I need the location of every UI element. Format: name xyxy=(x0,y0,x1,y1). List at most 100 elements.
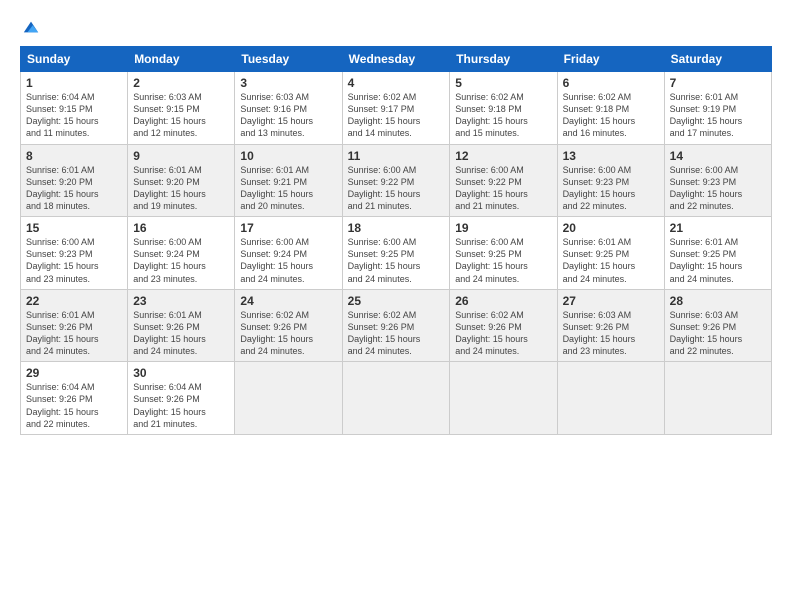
day-number: 2 xyxy=(133,76,229,90)
day-info: Sunrise: 6:04 AM Sunset: 9:26 PM Dayligh… xyxy=(26,381,122,430)
calendar-table: SundayMondayTuesdayWednesdayThursdayFrid… xyxy=(20,46,772,435)
day-number: 13 xyxy=(563,149,659,163)
calendar-day: 14Sunrise: 6:00 AM Sunset: 9:23 PM Dayli… xyxy=(664,144,771,217)
day-number: 21 xyxy=(670,221,766,235)
calendar-day: 15Sunrise: 6:00 AM Sunset: 9:23 PM Dayli… xyxy=(21,217,128,290)
day-number: 30 xyxy=(133,366,229,380)
day-number: 20 xyxy=(563,221,659,235)
day-number: 6 xyxy=(563,76,659,90)
day-info: Sunrise: 6:02 AM Sunset: 9:26 PM Dayligh… xyxy=(240,309,336,358)
calendar-day: 28Sunrise: 6:03 AM Sunset: 9:26 PM Dayli… xyxy=(664,289,771,362)
calendar-day: 7Sunrise: 6:01 AM Sunset: 9:19 PM Daylig… xyxy=(664,72,771,145)
day-info: Sunrise: 6:00 AM Sunset: 9:22 PM Dayligh… xyxy=(455,164,551,213)
day-info: Sunrise: 6:01 AM Sunset: 9:20 PM Dayligh… xyxy=(26,164,122,213)
calendar-header-monday: Monday xyxy=(128,47,235,72)
calendar-week-0: 1Sunrise: 6:04 AM Sunset: 9:15 PM Daylig… xyxy=(21,72,772,145)
calendar-day: 8Sunrise: 6:01 AM Sunset: 9:20 PM Daylig… xyxy=(21,144,128,217)
calendar-day: 18Sunrise: 6:00 AM Sunset: 9:25 PM Dayli… xyxy=(342,217,450,290)
day-number: 29 xyxy=(26,366,122,380)
day-info: Sunrise: 6:00 AM Sunset: 9:24 PM Dayligh… xyxy=(133,236,229,285)
day-info: Sunrise: 6:03 AM Sunset: 9:16 PM Dayligh… xyxy=(240,91,336,140)
calendar-day: 21Sunrise: 6:01 AM Sunset: 9:25 PM Dayli… xyxy=(664,217,771,290)
calendar-day: 2Sunrise: 6:03 AM Sunset: 9:15 PM Daylig… xyxy=(128,72,235,145)
day-number: 23 xyxy=(133,294,229,308)
day-number: 14 xyxy=(670,149,766,163)
calendar-week-3: 22Sunrise: 6:01 AM Sunset: 9:26 PM Dayli… xyxy=(21,289,772,362)
day-info: Sunrise: 6:01 AM Sunset: 9:20 PM Dayligh… xyxy=(133,164,229,213)
day-number: 8 xyxy=(26,149,122,163)
calendar-day: 12Sunrise: 6:00 AM Sunset: 9:22 PM Dayli… xyxy=(450,144,557,217)
calendar-day: 17Sunrise: 6:00 AM Sunset: 9:24 PM Dayli… xyxy=(235,217,342,290)
day-info: Sunrise: 6:02 AM Sunset: 9:18 PM Dayligh… xyxy=(563,91,659,140)
day-number: 26 xyxy=(455,294,551,308)
logo-icon xyxy=(22,18,40,36)
day-number: 9 xyxy=(133,149,229,163)
calendar-day: 10Sunrise: 6:01 AM Sunset: 9:21 PM Dayli… xyxy=(235,144,342,217)
day-number: 24 xyxy=(240,294,336,308)
day-info: Sunrise: 6:01 AM Sunset: 9:26 PM Dayligh… xyxy=(26,309,122,358)
day-info: Sunrise: 6:00 AM Sunset: 9:23 PM Dayligh… xyxy=(670,164,766,213)
calendar-header-sunday: Sunday xyxy=(21,47,128,72)
day-info: Sunrise: 6:03 AM Sunset: 9:26 PM Dayligh… xyxy=(563,309,659,358)
day-info: Sunrise: 6:02 AM Sunset: 9:18 PM Dayligh… xyxy=(455,91,551,140)
day-info: Sunrise: 6:01 AM Sunset: 9:19 PM Dayligh… xyxy=(670,91,766,140)
day-info: Sunrise: 6:00 AM Sunset: 9:23 PM Dayligh… xyxy=(26,236,122,285)
day-info: Sunrise: 6:01 AM Sunset: 9:25 PM Dayligh… xyxy=(563,236,659,285)
day-number: 17 xyxy=(240,221,336,235)
day-info: Sunrise: 6:02 AM Sunset: 9:26 PM Dayligh… xyxy=(348,309,445,358)
day-info: Sunrise: 6:00 AM Sunset: 9:25 PM Dayligh… xyxy=(455,236,551,285)
day-number: 10 xyxy=(240,149,336,163)
day-info: Sunrise: 6:03 AM Sunset: 9:15 PM Dayligh… xyxy=(133,91,229,140)
day-number: 12 xyxy=(455,149,551,163)
day-number: 27 xyxy=(563,294,659,308)
calendar-day: 29Sunrise: 6:04 AM Sunset: 9:26 PM Dayli… xyxy=(21,362,128,435)
day-number: 16 xyxy=(133,221,229,235)
day-number: 22 xyxy=(26,294,122,308)
calendar-body: 1Sunrise: 6:04 AM Sunset: 9:15 PM Daylig… xyxy=(21,72,772,435)
calendar-header-thursday: Thursday xyxy=(450,47,557,72)
calendar-day: 3Sunrise: 6:03 AM Sunset: 9:16 PM Daylig… xyxy=(235,72,342,145)
calendar-day: 16Sunrise: 6:00 AM Sunset: 9:24 PM Dayli… xyxy=(128,217,235,290)
calendar-day: 6Sunrise: 6:02 AM Sunset: 9:18 PM Daylig… xyxy=(557,72,664,145)
header xyxy=(20,18,772,36)
day-info: Sunrise: 6:00 AM Sunset: 9:24 PM Dayligh… xyxy=(240,236,336,285)
calendar-week-4: 29Sunrise: 6:04 AM Sunset: 9:26 PM Dayli… xyxy=(21,362,772,435)
day-number: 5 xyxy=(455,76,551,90)
calendar-week-1: 8Sunrise: 6:01 AM Sunset: 9:20 PM Daylig… xyxy=(21,144,772,217)
calendar-header-saturday: Saturday xyxy=(664,47,771,72)
day-info: Sunrise: 6:00 AM Sunset: 9:25 PM Dayligh… xyxy=(348,236,445,285)
calendar-header-tuesday: Tuesday xyxy=(235,47,342,72)
calendar-day: 25Sunrise: 6:02 AM Sunset: 9:26 PM Dayli… xyxy=(342,289,450,362)
calendar-day: 9Sunrise: 6:01 AM Sunset: 9:20 PM Daylig… xyxy=(128,144,235,217)
calendar-day xyxy=(664,362,771,435)
calendar-header-friday: Friday xyxy=(557,47,664,72)
calendar-day: 27Sunrise: 6:03 AM Sunset: 9:26 PM Dayli… xyxy=(557,289,664,362)
calendar-day: 19Sunrise: 6:00 AM Sunset: 9:25 PM Dayli… xyxy=(450,217,557,290)
day-number: 25 xyxy=(348,294,445,308)
day-info: Sunrise: 6:01 AM Sunset: 9:25 PM Dayligh… xyxy=(670,236,766,285)
day-number: 19 xyxy=(455,221,551,235)
day-number: 18 xyxy=(348,221,445,235)
calendar-day: 20Sunrise: 6:01 AM Sunset: 9:25 PM Dayli… xyxy=(557,217,664,290)
day-number: 3 xyxy=(240,76,336,90)
calendar-day: 4Sunrise: 6:02 AM Sunset: 9:17 PM Daylig… xyxy=(342,72,450,145)
day-info: Sunrise: 6:02 AM Sunset: 9:26 PM Dayligh… xyxy=(455,309,551,358)
calendar-day xyxy=(342,362,450,435)
day-info: Sunrise: 6:00 AM Sunset: 9:23 PM Dayligh… xyxy=(563,164,659,213)
calendar-day: 30Sunrise: 6:04 AM Sunset: 9:26 PM Dayli… xyxy=(128,362,235,435)
page: SundayMondayTuesdayWednesdayThursdayFrid… xyxy=(0,0,792,612)
calendar-day: 26Sunrise: 6:02 AM Sunset: 9:26 PM Dayli… xyxy=(450,289,557,362)
calendar-day: 5Sunrise: 6:02 AM Sunset: 9:18 PM Daylig… xyxy=(450,72,557,145)
day-info: Sunrise: 6:00 AM Sunset: 9:22 PM Dayligh… xyxy=(348,164,445,213)
calendar-header-row: SundayMondayTuesdayWednesdayThursdayFrid… xyxy=(21,47,772,72)
calendar-day: 11Sunrise: 6:00 AM Sunset: 9:22 PM Dayli… xyxy=(342,144,450,217)
calendar-header-wednesday: Wednesday xyxy=(342,47,450,72)
calendar-day xyxy=(450,362,557,435)
day-number: 4 xyxy=(348,76,445,90)
day-info: Sunrise: 6:02 AM Sunset: 9:17 PM Dayligh… xyxy=(348,91,445,140)
day-number: 7 xyxy=(670,76,766,90)
day-info: Sunrise: 6:01 AM Sunset: 9:21 PM Dayligh… xyxy=(240,164,336,213)
day-info: Sunrise: 6:04 AM Sunset: 9:26 PM Dayligh… xyxy=(133,381,229,430)
logo xyxy=(20,18,40,36)
calendar-day: 23Sunrise: 6:01 AM Sunset: 9:26 PM Dayli… xyxy=(128,289,235,362)
